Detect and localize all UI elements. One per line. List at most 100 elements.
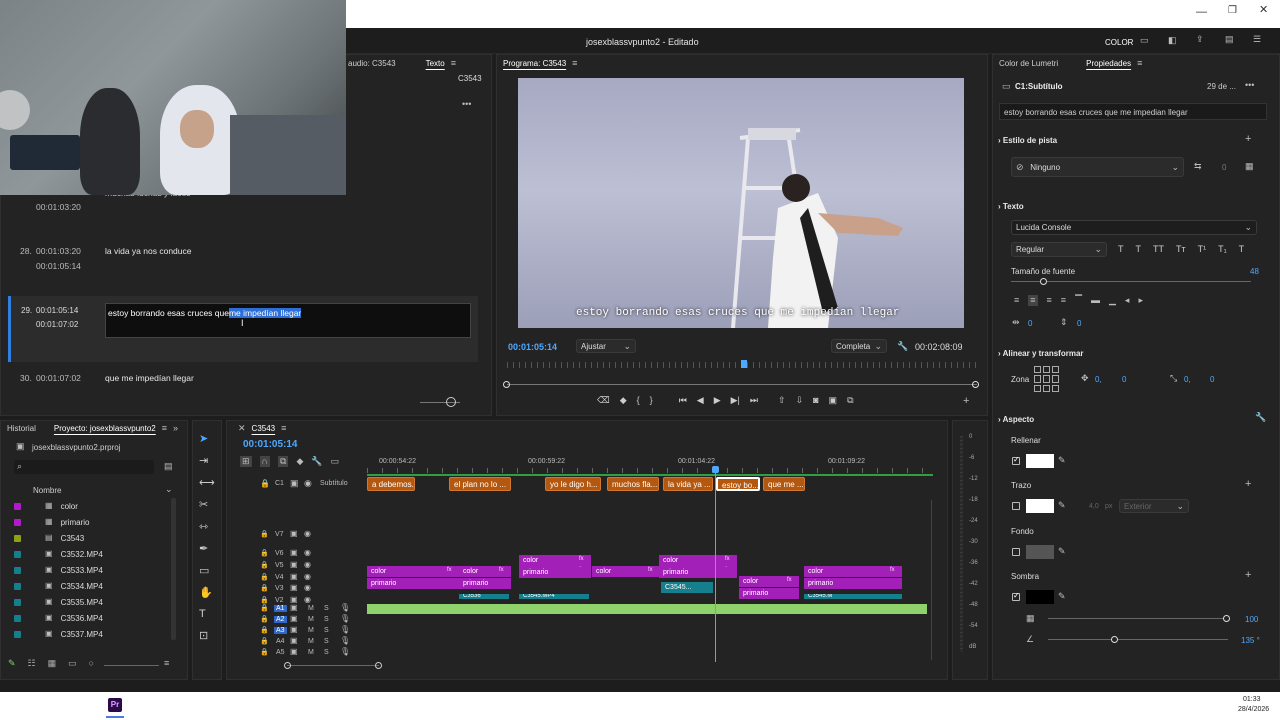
caption-clip[interactable]: estoy bo... xyxy=(716,477,760,491)
lock-icon[interactable]: 🔒 xyxy=(260,550,269,557)
list-item[interactable]: ▣ C3537.MP4 xyxy=(14,628,103,640)
menu-icon[interactable]: ≡ xyxy=(451,58,456,68)
video-clip[interactable]: C3536 xyxy=(459,594,509,599)
slip-icon[interactable]: ⇿ xyxy=(199,520,215,533)
menu-icon[interactable]: ≡ xyxy=(572,58,577,68)
linked-selection-icon[interactable]: ⧉ xyxy=(278,456,289,467)
eyedropper-icon[interactable]: ✎ xyxy=(1058,592,1066,601)
pencil-icon[interactable]: ✎ xyxy=(8,658,16,669)
share-icon[interactable]: ⇪ xyxy=(1196,35,1204,44)
tab-properties[interactable]: Propiedades xyxy=(1086,59,1131,68)
mute-button[interactable]: M xyxy=(308,627,314,634)
shadow-angle-handle[interactable] xyxy=(1111,636,1118,643)
extract-icon[interactable]: ⇩ xyxy=(796,395,804,406)
solo-button[interactable]: S xyxy=(324,649,329,656)
mark-out-icon[interactable]: } xyxy=(650,395,653,406)
caption-text[interactable]: la vida ya nos conduce xyxy=(105,246,191,256)
mute-button[interactable]: M xyxy=(308,605,314,612)
shadow-opacity-slider[interactable] xyxy=(1048,618,1228,619)
font-size-slider-handle[interactable] xyxy=(1040,278,1047,285)
shadow-angle-value[interactable]: 135 ° xyxy=(1241,636,1260,645)
align-left-icon[interactable]: ≡ xyxy=(1014,295,1019,306)
hscroll-handle-left[interactable] xyxy=(284,662,291,669)
timeline-settings-icon[interactable]: 🔧 xyxy=(311,456,322,467)
list-item[interactable]: ▣ C3534.MP4 xyxy=(14,580,103,592)
list-item[interactable]: 30. 00:01:07:02 que me impedían llegar xyxy=(10,373,480,387)
timeline-clip-area[interactable]: a debemos... el plan no lo ... yo le digo … xyxy=(367,476,933,662)
eyedropper-icon[interactable]: ✎ xyxy=(1058,547,1066,556)
tab-text[interactable]: Texto xyxy=(426,59,445,68)
solo-button[interactable]: S xyxy=(324,605,329,612)
color-label-swatch[interactable] xyxy=(14,502,21,510)
shadow-angle-slider[interactable] xyxy=(1048,639,1228,640)
track-select-icon[interactable]: ⇥ xyxy=(199,454,215,467)
color-label-swatch[interactable] xyxy=(14,614,21,622)
caption-tool-icon[interactable]: ⊡ xyxy=(199,629,215,642)
track-name[interactable]: A3 xyxy=(274,627,287,634)
toggle-sync-icon[interactable]: ▣ xyxy=(290,604,298,612)
adjustment-clip[interactable]: primario xyxy=(659,567,737,578)
video-clip[interactable]: C3545.M xyxy=(804,594,902,599)
align-center-icon[interactable]: ≡ xyxy=(1028,295,1038,306)
list-item[interactable]: ▣ C3535.MP4 xyxy=(14,596,103,608)
eye-icon[interactable]: ◉ xyxy=(304,573,311,581)
nest-icon[interactable]: ⊞ xyxy=(240,456,252,467)
font-dropdown[interactable]: Lucida Console ⌄ xyxy=(1011,220,1257,235)
mic-icon[interactable]: 🎙 xyxy=(340,648,350,656)
zone-grid[interactable] xyxy=(1034,366,1060,392)
shadow-checkbox[interactable] xyxy=(1012,591,1020,601)
color-label-swatch[interactable] xyxy=(14,550,21,558)
track-style-section[interactable]: › Estilo de pista xyxy=(998,136,1057,145)
toggle-output-icon[interactable]: ▣ xyxy=(290,479,299,488)
font-size-slider[interactable] xyxy=(1011,281,1251,282)
list-item[interactable]: ▦ color xyxy=(14,500,78,512)
tab-lumetri[interactable]: Color de Lumetri xyxy=(999,59,1058,68)
camera-icon[interactable]: ◙ xyxy=(813,395,818,406)
new-bin-icon[interactable]: ▤ xyxy=(164,462,173,471)
menu-icon[interactable]: ≡ xyxy=(281,423,286,433)
align-top-icon[interactable]: ▔ xyxy=(1075,295,1082,306)
text-section[interactable]: › Texto xyxy=(998,202,1024,211)
list-item[interactable]: ▦ primario xyxy=(14,516,89,528)
align-middle-icon[interactable]: ▬ xyxy=(1091,295,1100,306)
fit-dropdown[interactable]: Ajustar ⌄ xyxy=(576,339,636,353)
position-x[interactable]: 0, xyxy=(1095,375,1102,384)
caption-row-selected[interactable]: 29. 00:01:05:14 00:01:07:02 estoy borran… xyxy=(8,296,478,362)
caption-text-field[interactable]: estoy borrando esas cruces que me impedi… xyxy=(999,103,1267,120)
timeline-playhead[interactable] xyxy=(715,466,716,662)
add-button-icon[interactable]: + xyxy=(963,396,969,407)
go-to-in-icon[interactable]: ⏮ xyxy=(679,395,687,406)
mic-icon[interactable]: 🎙 xyxy=(340,615,350,623)
eye-icon[interactable]: ◉ xyxy=(304,584,311,592)
toggle-sync-icon[interactable]: ▣ xyxy=(290,626,298,634)
lock-icon[interactable]: 🔒 xyxy=(260,480,270,488)
eye-icon[interactable]: ◉ xyxy=(304,530,311,538)
playhead-handle[interactable] xyxy=(712,466,719,473)
hscroll-handle-right[interactable] xyxy=(375,662,382,669)
track-name[interactable]: A1 xyxy=(274,605,287,612)
video-preview[interactable]: estoy borrando esas cruces que me impedí… xyxy=(518,78,964,328)
mic-icon[interactable]: 🎙 xyxy=(340,626,350,634)
sync-style-icon[interactable]: ⇆ xyxy=(1194,162,1202,171)
wrench-icon[interactable]: 🔧 xyxy=(897,342,908,351)
caption-track-icon[interactable]: ▭ xyxy=(331,456,340,467)
wrench-icon[interactable]: 🔧 xyxy=(1255,413,1266,422)
go-to-out-icon[interactable]: ⏭ xyxy=(750,395,758,406)
superscript-icon[interactable]: T¹ xyxy=(1198,244,1207,254)
sort-icon[interactable]: ⌄ xyxy=(165,485,173,494)
solo-button[interactable]: S xyxy=(324,616,329,623)
snap-icon[interactable]: ∩ xyxy=(259,456,271,467)
smallcaps-icon[interactable]: Tт xyxy=(1176,244,1186,254)
caption-clip[interactable]: muchos fla... xyxy=(607,477,659,491)
list-item[interactable]: ▣ C3533.MP4 xyxy=(14,564,103,576)
timeline-current-timecode[interactable]: 00:01:05:14 xyxy=(243,439,297,450)
timeline-hscroll[interactable] xyxy=(287,665,379,666)
freeform-view-icon[interactable]: ▭ xyxy=(68,658,77,669)
caption-clip[interactable]: la vida ya ... xyxy=(663,477,713,491)
font-size-value[interactable]: 48 xyxy=(1250,267,1259,276)
toggle-sync-icon[interactable]: ▣ xyxy=(290,637,298,645)
eye-icon[interactable]: ◉ xyxy=(304,596,311,604)
caption-clip[interactable]: que me ... xyxy=(763,477,805,491)
adjustment-clip[interactable]: color xyxy=(804,566,902,577)
tab-audio[interactable]: audio: C3543 xyxy=(348,59,396,68)
